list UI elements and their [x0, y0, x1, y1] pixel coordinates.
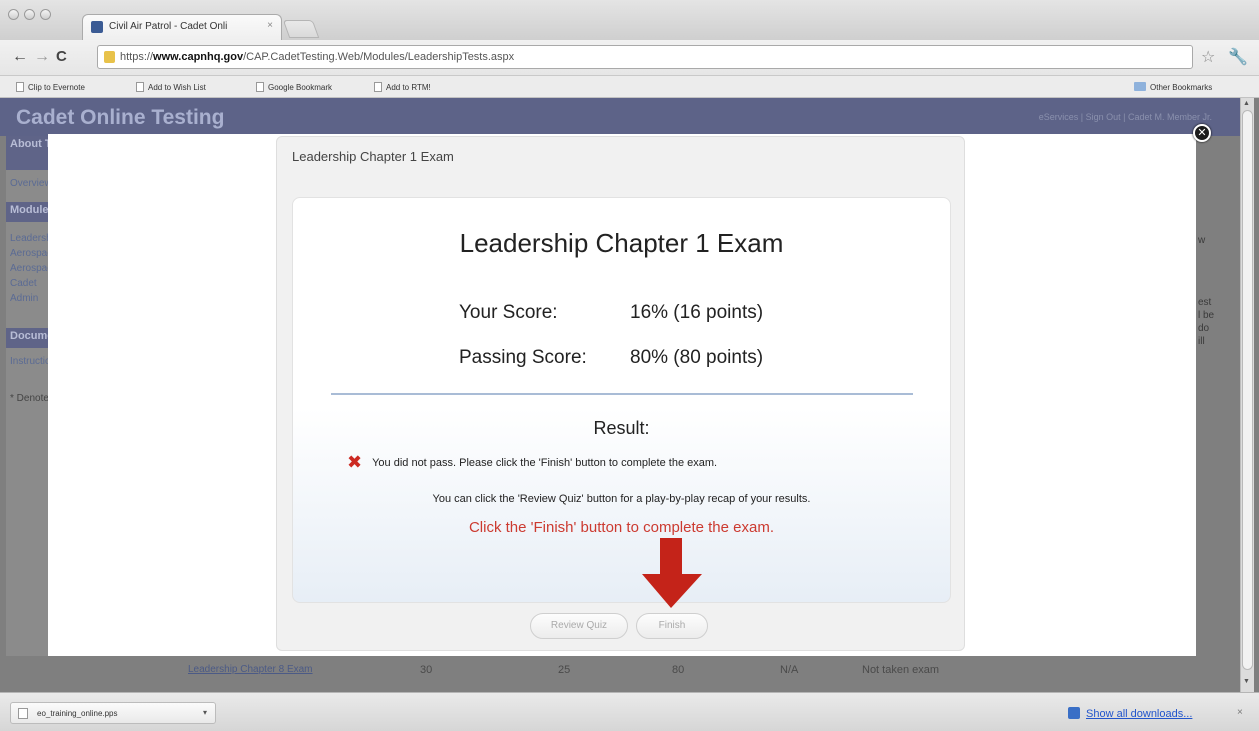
file-icon [18, 708, 28, 719]
passing-score-label: Passing Score: [459, 347, 587, 368]
browser-tab[interactable]: Civil Air Patrol - Cadet Onli × [82, 14, 282, 40]
back-icon[interactable]: ← [12, 48, 28, 66]
tab-title: Civil Air Patrol - Cadet Onli [109, 21, 228, 32]
divider [331, 393, 913, 395]
sidebar-link[interactable]: Admin [10, 293, 48, 305]
x-icon: ✖ [347, 452, 363, 472]
site-header: Cadet Online Testing eServices | Sign Ou… [0, 98, 1242, 136]
sidebar-link[interactable]: Aerospace [10, 248, 48, 260]
your-score-value: 16% (16 points) [630, 302, 764, 323]
page-text-fragment: est [1198, 297, 1212, 308]
other-bookmarks[interactable]: Other Bookmarks [1134, 82, 1212, 92]
bookmarks-bar: Clip to Evernote Add to Wish List Google… [0, 76, 1259, 98]
table-cell: N/A [780, 664, 799, 676]
forward-icon[interactable]: → [34, 48, 50, 66]
sidebar-note: * Denotes [10, 393, 48, 404]
page-icon [374, 82, 382, 92]
sidebar-link[interactable]: Aerospace [10, 263, 48, 275]
dialog-title: Leadership Chapter 1 Exam [292, 149, 454, 164]
scroll-down-icon[interactable]: ▼ [1243, 678, 1250, 685]
dropdown-icon[interactable]: ▾ [203, 708, 207, 717]
result-card: Leadership Chapter 1 Exam Your Score: 16… [292, 197, 951, 603]
table-cell: 80 [672, 664, 685, 676]
close-window-button[interactable] [8, 9, 19, 20]
sidebar-link[interactable]: Overview [10, 178, 48, 190]
download-item[interactable]: eo_training_online.pps ▾ [10, 702, 216, 724]
exam-title: Leadership Chapter 1 Exam [459, 228, 784, 258]
minimize-window-button[interactable] [24, 9, 35, 20]
scroll-thumb[interactable] [1242, 110, 1253, 670]
bookmark-item[interactable]: Add to Wish List [136, 82, 206, 92]
review-quiz-button[interactable]: Review Quiz [530, 613, 628, 639]
browser-toolbar: ← → C https://www.capnhq.gov/CAP.CadetTe… [0, 40, 1259, 76]
page-text-fragment: ill [1198, 336, 1205, 347]
close-icon[interactable]: ✕ [1193, 124, 1211, 142]
exam-result-dialog: Leadership Chapter 1 Exam Leadership Cha… [276, 136, 965, 651]
new-tab-button[interactable] [282, 20, 320, 38]
ssl-lock-icon [104, 51, 115, 63]
page-icon [256, 82, 264, 92]
page-text-fragment: l be [1198, 310, 1215, 321]
zoom-window-button[interactable] [40, 9, 51, 20]
table-cell: Not taken exam [862, 664, 940, 676]
star-icon[interactable]: ☆ [1201, 47, 1215, 67]
download-filename: eo_training_online.pps [37, 709, 118, 718]
page-icon [16, 82, 24, 92]
url-prefix: https:// [120, 51, 154, 63]
bookmark-item[interactable]: Clip to Evernote [16, 82, 85, 92]
url-path: /CAP.CadetTesting.Web/Modules/Leadership… [243, 51, 515, 63]
browser-titlebar: Civil Air Patrol - Cadet Onli × [0, 0, 1259, 40]
finish-hint: Click the 'Finish' button to complete th… [468, 519, 775, 536]
sidebar-link[interactable]: Cadet [10, 278, 48, 290]
close-shelf-icon[interactable]: × [1237, 707, 1243, 718]
show-all-downloads-link[interactable]: Show all downloads... [1086, 708, 1192, 720]
bookmark-item[interactable]: Add to RTM! [374, 82, 431, 92]
url-host: www.capnhq.gov [153, 51, 244, 63]
sidebar-heading: Modules [6, 202, 48, 222]
sidebar-link[interactable]: Instructions [10, 356, 48, 368]
downloads-shelf: eo_training_online.pps ▾ Show all downlo… [0, 692, 1259, 731]
reload-icon[interactable]: C [56, 48, 67, 65]
sidebar-link[interactable]: Leadership [10, 233, 48, 245]
bookmark-item[interactable]: Google Bookmark [256, 82, 332, 92]
table-cell: 25 [558, 664, 571, 676]
header-links[interactable]: eServices | Sign Out | Cadet M. Member J… [1039, 112, 1212, 122]
your-score-label: Your Score: [459, 302, 558, 323]
fail-message-row: ✖ You did not pass. Please click the 'Fin… [347, 452, 717, 473]
downloads-icon [1068, 707, 1080, 719]
table-cell: 30 [420, 664, 433, 676]
result-label: Result: [593, 418, 650, 438]
sidebar-heading: About Tests [6, 136, 48, 170]
folder-icon [1134, 82, 1146, 91]
address-bar[interactable]: https://www.capnhq.gov/CAP.CadetTesting.… [97, 45, 1193, 69]
page-scrollbar[interactable]: ▲ ▼ [1240, 98, 1254, 692]
review-message: You can click the 'Review Quiz' button f… [432, 493, 811, 505]
sidebar-heading: Documents [6, 328, 48, 348]
page-icon [136, 82, 144, 92]
page-text-fragment: w [1198, 235, 1206, 246]
site-title: Cadet Online Testing [16, 106, 225, 129]
passing-score-value: 80% (80 points) [630, 347, 764, 368]
fail-message: You did not pass. Please click the 'Fini… [372, 457, 718, 469]
tab-close-icon[interactable]: × [267, 20, 273, 31]
favicon-icon [91, 21, 103, 33]
page-text-fragment: do [1198, 323, 1210, 334]
scroll-up-icon[interactable]: ▲ [1243, 100, 1250, 107]
down-arrow-icon [642, 538, 702, 608]
wrench-icon[interactable]: 🔧 [1228, 47, 1248, 67]
table-cell-exam-link[interactable]: Leadership Chapter 8 Exam [188, 664, 313, 684]
finish-button[interactable]: Finish [636, 613, 708, 639]
